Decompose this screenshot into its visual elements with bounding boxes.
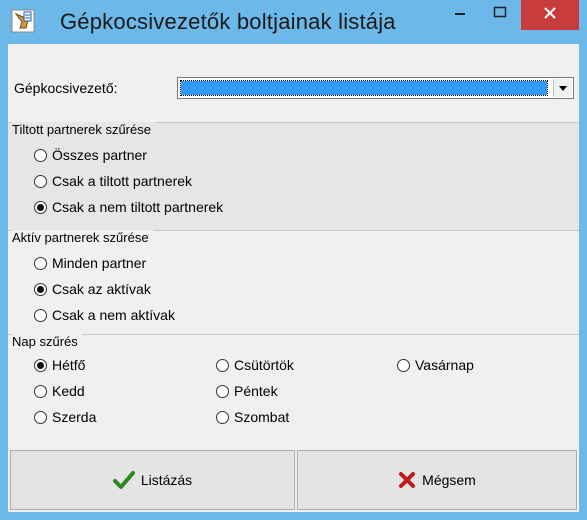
radio-selected-dot bbox=[37, 285, 44, 293]
radio-label: Összes partner bbox=[52, 147, 147, 163]
radio-circle bbox=[216, 358, 229, 372]
radio-label: Csak az aktívak bbox=[52, 281, 151, 297]
chevron-down-icon bbox=[558, 79, 568, 97]
checkmark-icon bbox=[112, 470, 135, 490]
cancel-button[interactable]: Mégsem bbox=[297, 450, 577, 510]
radio-saturday[interactable]: Szombat bbox=[216, 409, 289, 425]
radio-label: Csak a nem aktívak bbox=[52, 307, 175, 323]
radio-label: Hétfő bbox=[52, 357, 86, 373]
radio-friday[interactable]: Péntek bbox=[216, 383, 278, 399]
radio-label: Csütörtök bbox=[234, 357, 294, 373]
radio-label: Minden partner bbox=[52, 255, 147, 271]
driver-label: Gépkocsivezető: bbox=[14, 80, 118, 96]
radio-selected-dot bbox=[37, 203, 44, 211]
radio-circle bbox=[397, 358, 410, 372]
driver-selected-value bbox=[180, 80, 548, 96]
radio-circle bbox=[34, 384, 47, 398]
maximize-button[interactable] bbox=[480, 0, 520, 30]
driver-combobox[interactable] bbox=[177, 77, 574, 99]
radio-circle bbox=[34, 256, 47, 270]
radio-every-partner[interactable]: Minden partner bbox=[34, 255, 146, 271]
radio-circle bbox=[216, 410, 229, 424]
radio-label: Csak a tiltott partnerek bbox=[52, 173, 193, 189]
day-filter-title: Nap szűrés bbox=[12, 334, 82, 349]
dropdown-button[interactable] bbox=[553, 79, 572, 97]
day-filter-group: Nap szűrés Hétfő Kedd Szerda Csütörtök P… bbox=[8, 334, 579, 445]
active-partners-group: Aktív partnerek szűrése Minden partner C… bbox=[8, 230, 579, 331]
minimize-button[interactable] bbox=[440, 0, 480, 30]
radio-circle bbox=[34, 308, 47, 322]
radio-label: Szombat bbox=[234, 409, 290, 425]
radio-label: Péntek bbox=[234, 383, 278, 399]
radio-circle bbox=[34, 174, 47, 188]
forbidden-partners-title: Tiltott partnerek szűrése bbox=[12, 122, 155, 137]
list-button-label: Listázás bbox=[140, 472, 193, 488]
cancel-button-label: Mégsem bbox=[422, 472, 476, 488]
radio-only-not-forbidden[interactable]: Csak a nem tiltott partnerek bbox=[34, 199, 223, 215]
radio-circle bbox=[34, 358, 47, 372]
list-button[interactable]: Listázás bbox=[10, 450, 295, 510]
radio-circle bbox=[216, 384, 229, 398]
radio-circle bbox=[34, 148, 47, 162]
radio-tuesday[interactable]: Kedd bbox=[34, 383, 85, 399]
radio-sunday[interactable]: Vasárnap bbox=[397, 357, 474, 373]
radio-only-inactive[interactable]: Csak a nem aktívak bbox=[34, 307, 175, 323]
radio-circle bbox=[34, 200, 47, 214]
radio-label: Szerda bbox=[52, 409, 97, 425]
radio-circle bbox=[34, 282, 47, 296]
maximize-icon bbox=[493, 6, 507, 25]
radio-only-forbidden[interactable]: Csak a tiltott partnerek bbox=[34, 173, 192, 189]
radio-label: Vasárnap bbox=[415, 357, 474, 373]
radio-thursday[interactable]: Csütörtök bbox=[216, 357, 294, 373]
hand-document-icon bbox=[10, 8, 36, 34]
radio-monday[interactable]: Hétfő bbox=[34, 357, 85, 373]
radio-wednesday[interactable]: Szerda bbox=[34, 409, 96, 425]
window-title: Gépkocsivezetők boltjainak listája bbox=[60, 9, 396, 34]
radio-only-active[interactable]: Csak az aktívak bbox=[34, 281, 151, 297]
close-icon bbox=[543, 6, 557, 25]
active-partners-title: Aktív partnerek szűrése bbox=[12, 230, 153, 245]
x-cross-icon bbox=[398, 471, 416, 489]
title-bar[interactable]: Gépkocsivezetők boltjainak listája bbox=[0, 0, 587, 44]
radio-all-partners[interactable]: Összes partner bbox=[34, 147, 147, 163]
dialog-window: Gépkocsivezetők boltjainak listája Gépko… bbox=[0, 0, 587, 520]
forbidden-partners-group: Tiltott partnerek szűrése Összes partner… bbox=[8, 122, 579, 231]
radio-label: Kedd bbox=[52, 383, 85, 399]
radio-selected-dot bbox=[37, 361, 44, 369]
radio-label: Csak a nem tiltott partnerek bbox=[52, 199, 224, 215]
minimize-icon bbox=[453, 6, 467, 25]
radio-circle bbox=[34, 410, 47, 424]
close-button[interactable] bbox=[521, 0, 579, 30]
dialog-content: Gépkocsivezető: Tiltott partnerek szűrés… bbox=[8, 44, 579, 512]
